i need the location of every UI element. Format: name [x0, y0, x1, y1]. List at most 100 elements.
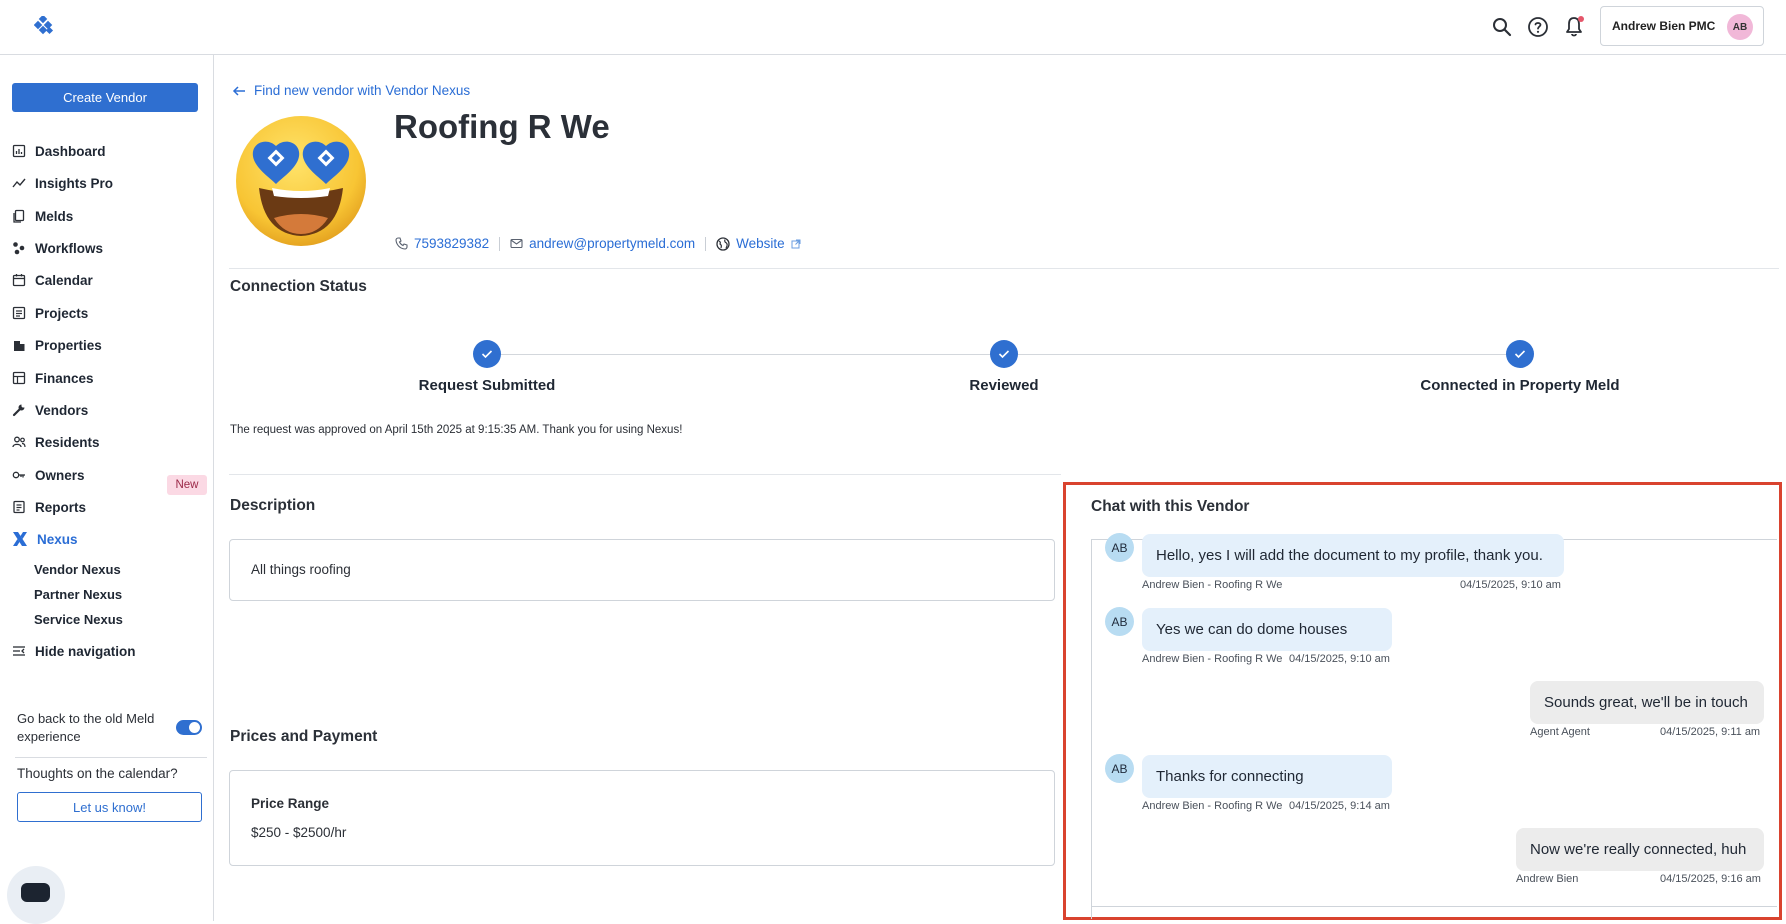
connection-status-title: Connection Status: [230, 278, 367, 295]
let-us-know-button[interactable]: Let us know!: [17, 792, 202, 822]
sidebar-item-label: Residents: [35, 434, 100, 450]
chat-message-time: 04/15/2025, 9:11 am: [1660, 726, 1761, 738]
avatar: AB: [1727, 14, 1753, 40]
sidebar-item-nexus[interactable]: Nexus: [12, 528, 78, 550]
sidebar-item-owners[interactable]: Owners: [12, 464, 85, 486]
chat-input-divider: [1091, 906, 1777, 907]
top-bar: Andrew Bien PMC AB: [0, 0, 1786, 55]
sidebar-item-label: Reports: [35, 499, 87, 515]
sidebar-item-label: Owners: [35, 467, 85, 483]
step-label-connected: Connected in Property Meld: [1420, 377, 1620, 394]
chat-bubble-icon: [21, 883, 50, 902]
prices-box: [229, 770, 1055, 866]
chat-message-sender: Andrew Bien: [1516, 873, 1579, 885]
globe-icon: [716, 236, 730, 251]
vendor-name-title: Roofing R We: [394, 108, 610, 145]
header-divider: [229, 268, 1779, 269]
sidebar-item-label: Projects: [35, 305, 89, 321]
hide-navigation-button[interactable]: Hide navigation: [12, 640, 136, 662]
sidebar-item-residents[interactable]: Residents: [12, 431, 100, 453]
price-range-label: Price Range: [251, 796, 330, 811]
arrow-left-icon: [232, 84, 246, 98]
chat-message-sender: Andrew Bien - Roofing R We: [1142, 653, 1283, 665]
chat-message-time: 04/15/2025, 9:10 am: [1289, 653, 1390, 665]
avatar: AB: [1105, 754, 1134, 783]
property-meld-logo-icon[interactable]: [34, 16, 56, 38]
sidebar-subitem-vendor-nexus[interactable]: Vendor Nexus: [34, 562, 121, 577]
help-icon[interactable]: [1526, 15, 1550, 39]
vendor-email-link[interactable]: andrew@propertymeld.com: [510, 236, 695, 251]
sidebar-item-reports[interactable]: Reports: [12, 496, 86, 518]
collapse-menu-icon: [12, 644, 26, 658]
sidebar-item-label: Insights Pro: [35, 175, 114, 191]
vendors-icon: [12, 403, 26, 417]
chat-message-bubble: Hello, yes I will add the document to my…: [1142, 534, 1564, 577]
calendar-icon: [12, 273, 26, 287]
sidebar-divider: [15, 757, 207, 758]
vendor-website: Website: [736, 236, 785, 251]
sidebar-item-label: Melds: [35, 208, 74, 224]
notification-bell-icon[interactable]: [1562, 15, 1586, 39]
description-box: [229, 539, 1055, 601]
sidebar-item-label: Workflows: [35, 240, 104, 256]
sidebar-item-finances[interactable]: Finances: [12, 367, 94, 389]
chat-message-text: Hello, yes I will add the document to my…: [1156, 547, 1543, 564]
vendor-website-link[interactable]: Website: [716, 236, 801, 251]
vendor-email: andrew@propertymeld.com: [529, 236, 696, 251]
user-name: Andrew Bien PMC: [1612, 19, 1716, 33]
chat-message-time: 04/15/2025, 9:14 am: [1289, 800, 1390, 812]
sidebar-item-calendar[interactable]: Calendar: [12, 269, 93, 291]
support-chat-button[interactable]: [7, 866, 65, 924]
chat-title: Chat with this Vendor: [1091, 498, 1250, 515]
description-text: All things roofing: [251, 562, 351, 577]
vendor-phone: 7593829382: [414, 236, 490, 251]
chat-message-bubble: Now we're really connected, huh: [1516, 828, 1764, 871]
key-icon: [12, 468, 26, 482]
sidebar-item-melds[interactable]: Melds: [12, 205, 73, 227]
avatar: AB: [1105, 607, 1134, 636]
chat-message-text: Sounds great, we'll be in touch: [1544, 694, 1748, 711]
sidebar-item-projects[interactable]: Projects: [12, 302, 88, 324]
residents-icon: [12, 435, 26, 449]
search-icon[interactable]: [1490, 15, 1514, 39]
sidebar-subitem-partner-nexus[interactable]: Partner Nexus: [34, 587, 122, 602]
section-divider: [229, 474, 1061, 475]
sidebar-item-label: Dashboard: [35, 143, 106, 159]
step-label-reviewed: Reviewed: [969, 377, 1039, 394]
sidebar-item-dashboard[interactable]: Dashboard: [12, 140, 106, 162]
sidebar-item-insights-pro[interactable]: Insights Pro: [12, 172, 113, 194]
old-experience-toggle[interactable]: [176, 720, 202, 735]
sidebar-item-workflows[interactable]: Workflows: [12, 237, 103, 259]
vendor-contact-row: 7593829382 andrew@propertymeld.com Websi…: [395, 236, 801, 251]
chat-message-text: Yes we can do dome houses: [1156, 621, 1348, 638]
step-complete-check-icon: [1506, 340, 1534, 368]
sidebar-subitem-service-nexus[interactable]: Service Nexus: [34, 612, 123, 627]
chat-message-bubble: Thanks for connecting: [1142, 755, 1392, 798]
external-link-icon: [791, 239, 801, 249]
finances-icon: [12, 371, 26, 385]
back-to-vendor-nexus-link[interactable]: Find new vendor with Vendor Nexus: [232, 83, 470, 98]
contact-divider: [499, 236, 501, 251]
back-link-label: Find new vendor with Vendor Nexus: [254, 83, 471, 98]
price-range-value: $250 - $2500/hr: [251, 825, 347, 840]
sidebar-item-vendors[interactable]: Vendors: [12, 399, 88, 421]
chat-message-sender: Andrew Bien - Roofing R We: [1142, 579, 1283, 591]
sidebar-item-label: Finances: [35, 370, 94, 386]
insights-icon: [12, 176, 26, 190]
user-menu[interactable]: Andrew Bien PMC AB: [1600, 6, 1764, 46]
mail-icon: [510, 237, 523, 250]
melds-icon: [12, 209, 26, 223]
sidebar-item-properties[interactable]: Properties: [12, 334, 102, 356]
contact-divider: [705, 236, 707, 251]
step-complete-check-icon: [990, 340, 1018, 368]
sidebar-item-label: Calendar: [35, 272, 93, 288]
vendor-phone-link[interactable]: 7593829382: [395, 236, 489, 251]
chat-message-time: 04/15/2025, 9:16 am: [1660, 873, 1761, 885]
chat-message-sender: Agent Agent: [1530, 726, 1590, 738]
approval-message: The request was approved on April 15th 2…: [230, 424, 683, 436]
sidebar-item-label: Nexus: [37, 531, 78, 547]
step-complete-check-icon: [473, 340, 501, 368]
old-experience-label: Go back to the old Meld experience: [17, 711, 155, 744]
phone-icon: [395, 237, 408, 250]
create-vendor-button[interactable]: Create Vendor: [12, 83, 198, 112]
